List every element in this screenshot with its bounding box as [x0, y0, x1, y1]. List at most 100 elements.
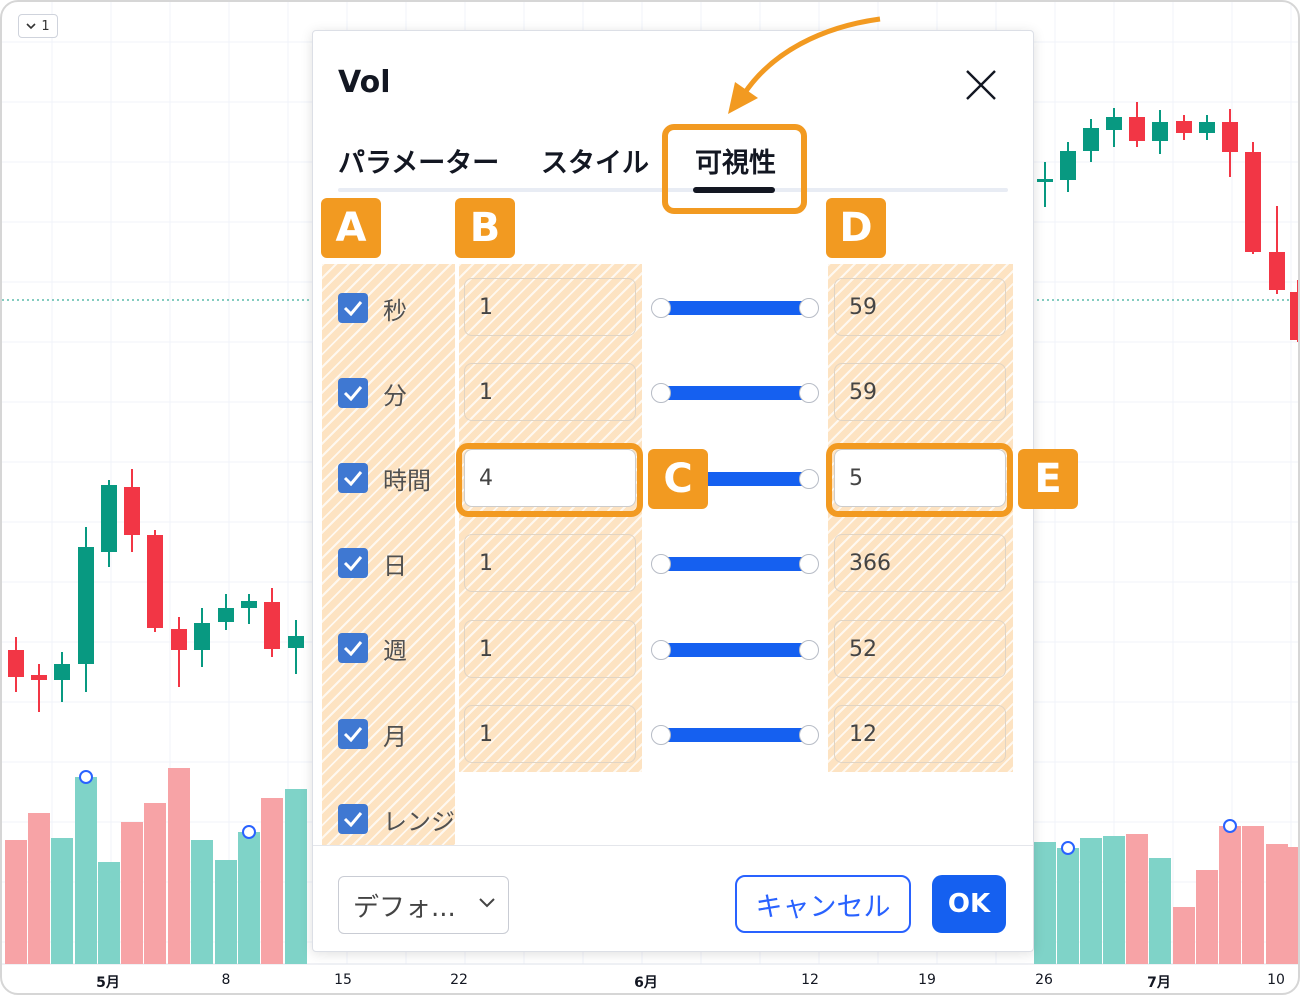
max-input-minutes[interactable]: 59 [834, 363, 1006, 421]
screenshot-frame: 1 5月 8 15 22 6月 12 19 26 7月 10 Vol パラメータ… [0, 0, 1300, 995]
candle-body [171, 629, 187, 650]
x-axis-label: 6月 [634, 975, 658, 991]
candle-body [241, 601, 257, 608]
min-input-weeks[interactable]: 1 [464, 620, 636, 678]
checkbox-range[interactable] [338, 804, 368, 834]
candle-body [1060, 151, 1076, 180]
volume-bar [215, 860, 237, 964]
slider-track [661, 728, 809, 742]
cancel-button[interactable]: キャンセル [735, 875, 911, 933]
checkbox-minutes[interactable] [338, 378, 368, 408]
checkbox-months[interactable] [338, 719, 368, 749]
candle-body [8, 650, 24, 677]
collapse-toggle[interactable]: 1 [18, 14, 58, 38]
volume-bar [51, 838, 73, 964]
range-slider-days[interactable] [651, 553, 819, 575]
min-input-days[interactable]: 1 [464, 534, 636, 592]
row-label-range: レンジ [383, 808, 455, 836]
checkbox-days[interactable] [338, 548, 368, 578]
slider-min-handle[interactable] [651, 640, 671, 660]
chevron-down-icon [479, 898, 495, 908]
min-input-months[interactable]: 1 [464, 705, 636, 763]
volume-bar [1126, 834, 1148, 964]
checkbox-hours[interactable] [338, 463, 368, 493]
slider-max-handle[interactable] [799, 298, 819, 318]
slider-track [661, 643, 809, 657]
volume-bar [168, 768, 190, 964]
checkmark-icon [343, 556, 363, 571]
slider-min-handle[interactable] [651, 725, 671, 745]
annotation-badge-e: E [1018, 449, 1078, 509]
row-label-hours: 時間 [383, 467, 431, 495]
slider-max-handle[interactable] [799, 554, 819, 574]
checkmark-icon [343, 301, 363, 316]
volume-bar [5, 840, 27, 964]
volume-bar [1080, 838, 1102, 964]
highlight-input-e [826, 443, 1013, 517]
slider-max-handle[interactable] [799, 469, 819, 489]
volume-bar [1034, 842, 1056, 964]
volume-bar [1196, 870, 1218, 964]
slider-track [661, 557, 809, 571]
max-input-days[interactable]: 366 [834, 534, 1006, 592]
slider-min-handle[interactable] [651, 298, 671, 318]
min-input-seconds[interactable]: 1 [464, 278, 636, 336]
slider-max-handle[interactable] [799, 725, 819, 745]
x-axis-label: 10 [1267, 972, 1285, 988]
highlight-input-c [456, 443, 643, 517]
slider-track [661, 301, 809, 315]
candle-body [101, 485, 117, 552]
slider-min-handle[interactable] [651, 383, 671, 403]
defaults-dropdown-value: デフォ... [353, 892, 456, 923]
annotation-badge-b: B [455, 198, 515, 258]
event-marker-icon [1223, 819, 1237, 833]
candle-body [218, 608, 234, 622]
volume-bar [1057, 848, 1079, 964]
close-button[interactable] [959, 63, 1003, 107]
slider-min-handle[interactable] [651, 554, 671, 574]
candle-body [1083, 128, 1099, 151]
min-input-minutes[interactable]: 1 [464, 363, 636, 421]
candle-body [31, 675, 47, 680]
event-marker-icon [242, 825, 256, 839]
volume-bar [1266, 844, 1288, 964]
range-slider-months[interactable] [651, 724, 819, 746]
candle-body [264, 602, 280, 649]
volume-bar [1103, 836, 1125, 964]
max-input-months[interactable]: 12 [834, 705, 1006, 763]
candle-body [1129, 117, 1145, 141]
event-marker-icon [79, 770, 93, 784]
checkbox-weeks[interactable] [338, 633, 368, 663]
ok-button[interactable]: OK [932, 875, 1006, 933]
candle-body [1037, 179, 1053, 182]
candle-body [1199, 122, 1215, 133]
x-axis-label: 8 [221, 972, 231, 988]
tab-style[interactable]: スタイル [541, 141, 649, 180]
candle-body [288, 636, 304, 648]
tab-parameters[interactable]: パラメーター [338, 141, 499, 180]
event-marker-icon [1061, 841, 1075, 855]
checkbox-seconds[interactable] [338, 293, 368, 323]
x-axis-label: 19 [918, 972, 936, 988]
range-slider-minutes[interactable] [651, 382, 819, 404]
x-axis-label: 7月 [1147, 975, 1171, 991]
collapse-count: 1 [41, 18, 50, 34]
footer-divider [313, 845, 1033, 846]
max-input-seconds[interactable]: 59 [834, 278, 1006, 336]
highlight-column-b [459, 264, 642, 772]
slider-max-handle[interactable] [799, 640, 819, 660]
chevron-down-icon [26, 22, 36, 29]
x-axis-label: 5月 [96, 975, 120, 991]
volume-bar [144, 803, 166, 964]
annotation-badge-a: A [321, 198, 381, 258]
volume-bar [261, 798, 283, 964]
slider-max-handle[interactable] [799, 383, 819, 403]
range-slider-weeks[interactable] [651, 639, 819, 661]
max-input-weeks[interactable]: 52 [834, 620, 1006, 678]
candle-body [1176, 121, 1192, 133]
volume-bar [238, 832, 260, 964]
candle-body [1152, 122, 1168, 141]
range-slider-seconds[interactable] [651, 297, 819, 319]
defaults-dropdown[interactable]: デフォ... [338, 876, 509, 934]
volume-bar [1173, 907, 1195, 964]
